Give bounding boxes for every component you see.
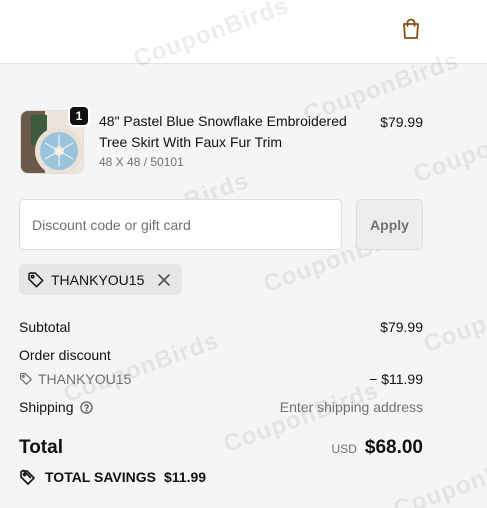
product-title: 48" Pastel Blue Snowflake Embroidered Tr… <box>99 113 347 150</box>
product-price: $79.99 <box>380 114 423 130</box>
checkout-header <box>0 0 487 64</box>
total-value-group: USD $68.00 <box>332 437 423 459</box>
tag-icon <box>20 469 35 485</box>
order-discount-label: Order discount <box>19 347 111 363</box>
order-discount-value: − $11.99 <box>369 371 423 387</box>
total-savings: TOTAL SAVINGS $11.99 <box>19 468 206 486</box>
total-amount: $68.00 <box>364 437 423 458</box>
shopping-bag-icon[interactable] <box>400 17 422 41</box>
tag-icon <box>19 372 32 385</box>
applied-discount-chip: THANKYOU15 <box>19 264 183 295</box>
apply-discount-button[interactable]: Apply <box>356 199 423 250</box>
watermark: CouponBirds <box>420 276 487 359</box>
applied-discount-code: THANKYOU15 <box>51 271 145 288</box>
quantity-badge: 1 <box>68 105 90 127</box>
help-circle-icon[interactable] <box>79 400 93 414</box>
shipping-label: Shipping <box>19 399 74 415</box>
order-discount-code: THANKYOU15 <box>19 371 131 387</box>
tag-icon <box>27 271 45 289</box>
order-discount-code-text: THANKYOU15 <box>38 371 132 387</box>
order-summary: CouponBirds CouponBirds CouponBirds Coup… <box>0 0 487 508</box>
total-savings-value: $11.99 <box>163 469 207 485</box>
shipping-row-label: Shipping <box>19 399 93 415</box>
subtotal-label: Subtotal <box>19 319 71 335</box>
total-label: Total <box>19 437 63 458</box>
watermark: CouponBirds <box>60 326 223 409</box>
total-currency: USD <box>331 442 357 456</box>
shipping-value: Enter shipping address <box>279 399 423 415</box>
product-variant: 48 X 48 / 50101 <box>99 155 184 169</box>
subtotal-value: $79.99 <box>380 319 423 335</box>
total-savings-label: TOTAL SAVINGS <box>45 469 156 485</box>
discount-code-input[interactable] <box>19 199 342 250</box>
remove-discount-icon[interactable] <box>156 272 172 288</box>
